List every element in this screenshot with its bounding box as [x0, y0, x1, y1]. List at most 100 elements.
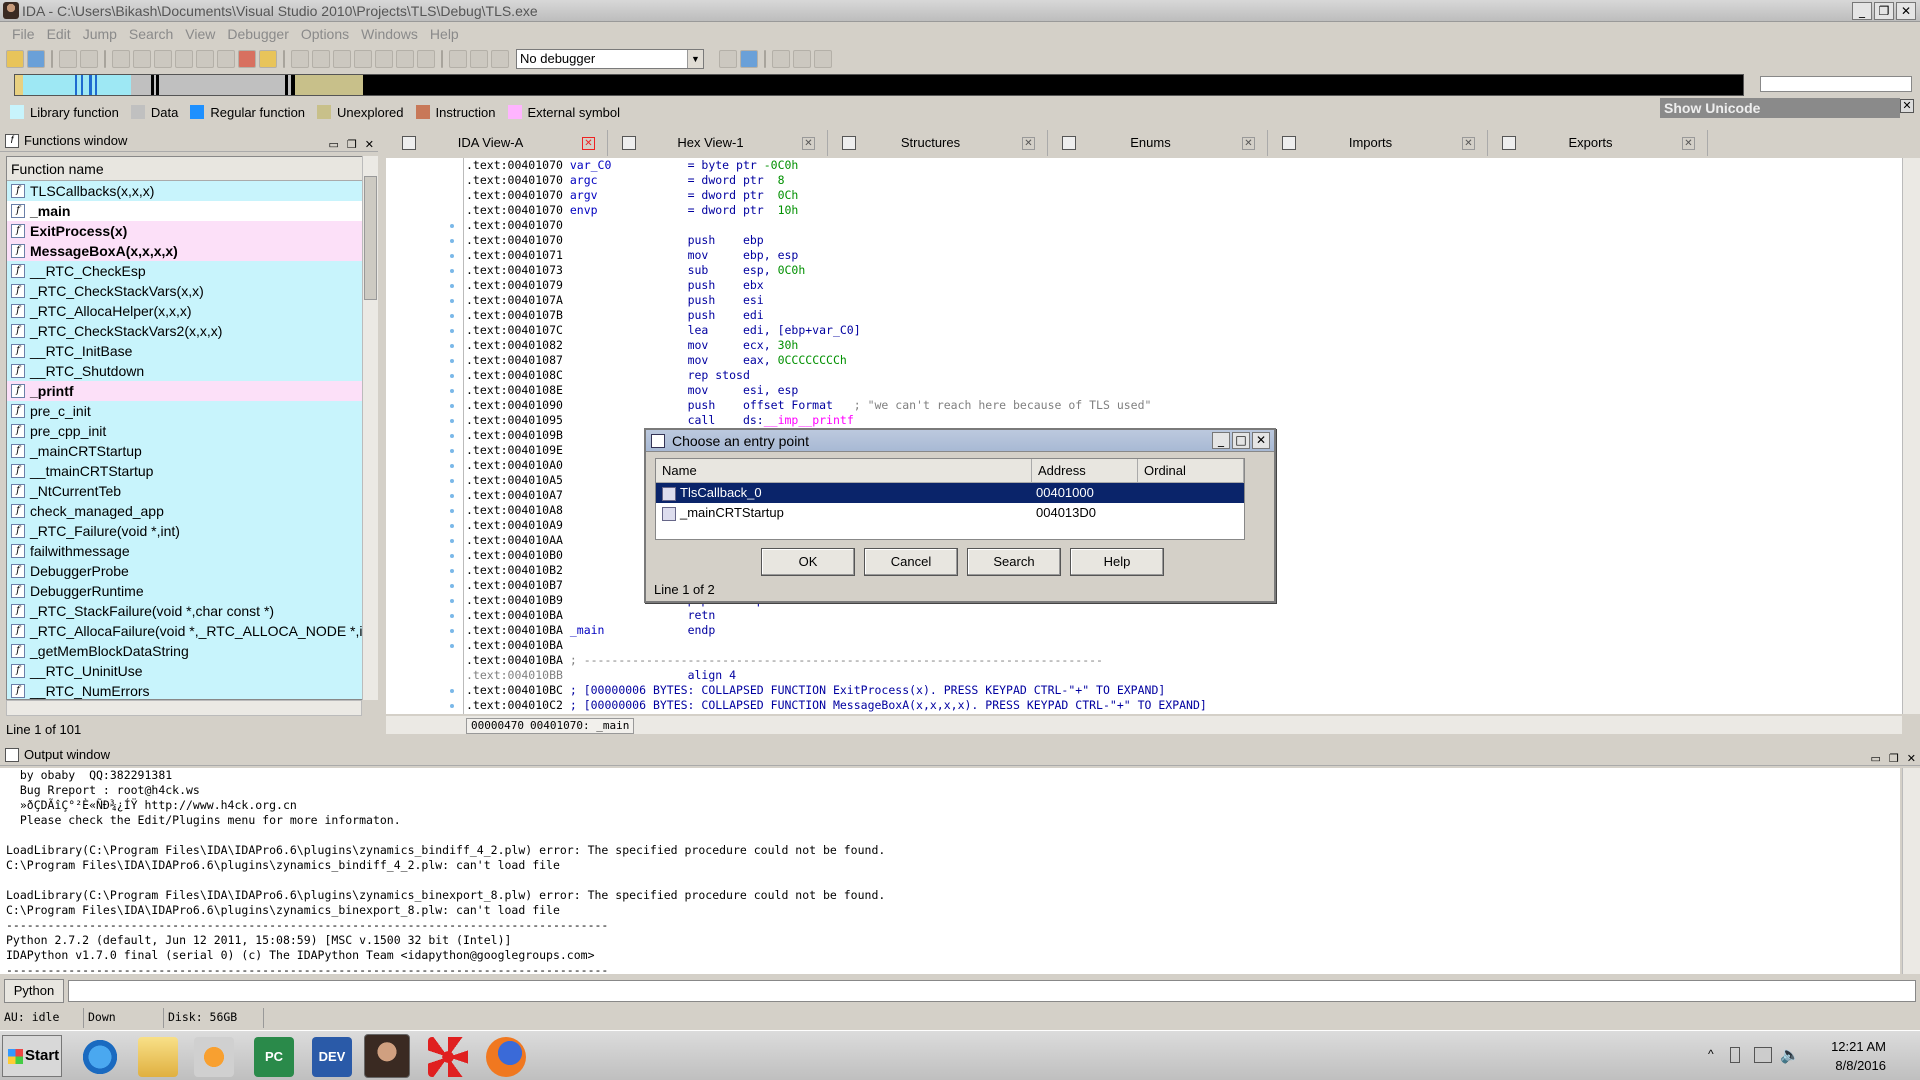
tab-structures[interactable]: Structures ✕ [828, 130, 1048, 156]
disasm-line[interactable]: .text:00401079 push ebx [466, 278, 1207, 293]
function-row[interactable]: f failwithmessage [7, 541, 365, 561]
function-row[interactable]: f _getMemBlockDataString [7, 641, 365, 661]
help-button[interactable]: Help [1070, 548, 1164, 576]
search-button[interactable]: Search [967, 548, 1061, 576]
debugger-select[interactable]: No debugger ▼ [516, 49, 704, 69]
disasm-line[interactable]: .text:00401087 mov eax, 0CCCCCCCCh [466, 353, 1207, 368]
function-row[interactable]: f DebuggerProbe [7, 561, 365, 581]
attach-icon[interactable] [740, 50, 758, 68]
function-row[interactable]: f check_managed_app [7, 501, 365, 521]
functions-list[interactable]: Function name f TLSCallbacks(x,x,x) f _main… [6, 156, 366, 700]
flow-icon[interactable] [793, 50, 811, 68]
tab-exports[interactable]: Exports ✕ [1488, 130, 1708, 156]
function-row[interactable]: f _mainCRTStartup [7, 441, 365, 461]
close-button[interactable]: ✕ [1896, 2, 1916, 20]
close-pane-icon[interactable]: ✕ [1907, 748, 1916, 770]
entry-point-table[interactable]: Name Address Ordinal TlsCallback_0 00401… [655, 458, 1245, 540]
function-row[interactable]: f _RTC_Failure(void *,int) [7, 521, 365, 541]
disasm-line[interactable]: .text:0040108C rep stosd [466, 368, 1207, 383]
function-name-column-header[interactable]: Function name [7, 157, 365, 181]
disasm-line[interactable]: .text:00401070 argv = dword ptr 0Ch [466, 188, 1207, 203]
disassembly-vertical-scrollbar[interactable] [1902, 158, 1920, 714]
disasm-line[interactable]: .text:00401070 envp = dword ptr 10h [466, 203, 1207, 218]
function-row[interactable]: f _RTC_AllocaFailure(void *,_RTC_ALLOCA_N… [7, 621, 365, 641]
menu-debugger[interactable]: Debugger [221, 26, 295, 42]
debug-options-icon[interactable] [719, 50, 737, 68]
functions-horizontal-scrollbar[interactable] [6, 700, 362, 716]
firefox-icon[interactable] [486, 1037, 526, 1077]
minimize-button[interactable]: _ [1852, 2, 1872, 20]
breakpoint-marker-icon[interactable] [450, 314, 454, 318]
disasm-line[interactable]: .text:004010BA [466, 638, 1207, 653]
breakpoint-marker-icon[interactable] [450, 494, 454, 498]
clock-time[interactable]: 12:21 AM [1831, 1039, 1886, 1054]
paste-icon[interactable] [133, 50, 151, 68]
chevron-down-icon[interactable]: ▼ [687, 50, 703, 68]
media-player-icon[interactable] [194, 1037, 234, 1077]
ordinal-column-header[interactable]: Ordinal [1138, 459, 1244, 482]
down-arrow-icon[interactable] [196, 50, 214, 68]
name-column-header[interactable]: Name [656, 459, 1032, 482]
disasm-line[interactable]: .text:00401070 argc = dword ptr 8 [466, 173, 1207, 188]
menu-windows[interactable]: Windows [355, 26, 424, 42]
tab-close-icon[interactable]: ✕ [802, 137, 815, 150]
clock-date[interactable]: 8/8/2016 [1835, 1058, 1886, 1073]
function-row[interactable]: f _RTC_StackFailure(void *,char const *) [7, 601, 365, 621]
tab-close-icon[interactable]: ✕ [582, 137, 595, 150]
disasm-line[interactable]: .text:004010BB align 4 [466, 668, 1207, 683]
restore-pane-icon[interactable]: ▭ [1871, 748, 1881, 770]
tab-enums[interactable]: Enums ✕ [1048, 130, 1268, 156]
tab-close-icon[interactable]: ✕ [1462, 137, 1475, 150]
disasm-line[interactable]: .text:0040107C lea edi, [ebp+var_C0] [466, 323, 1207, 338]
python-command-input[interactable] [68, 980, 1916, 1002]
code-icon[interactable] [291, 50, 309, 68]
scrollbar-thumb[interactable] [364, 176, 377, 300]
function-row[interactable]: f _RTC_CheckStackVars2(x,x,x) [7, 321, 365, 341]
breakpoint-marker-icon[interactable] [450, 554, 454, 558]
disasm-line[interactable]: .text:00401090 push offset Format ; "we … [466, 398, 1207, 413]
entry-point-row[interactable]: _mainCRTStartup 004013D0 [656, 503, 1244, 523]
breakpoint-marker-icon[interactable] [450, 344, 454, 348]
disasm-line[interactable]: .text:004010BA retn [466, 608, 1207, 623]
disasm-line[interactable]: .text:00401070 var_C0 = byte ptr -0C0h [466, 158, 1207, 173]
dialog-minimize-button[interactable]: _ [1212, 432, 1230, 449]
stop-icon[interactable] [491, 50, 509, 68]
start-button[interactable]: Start [2, 1035, 62, 1077]
breakpoint-marker-icon[interactable] [450, 419, 454, 423]
python-language-button[interactable]: Python [4, 979, 64, 1003]
graph-icon[interactable] [772, 50, 790, 68]
refresh-icon[interactable] [259, 50, 277, 68]
disasm-line[interactable]: .text:00401071 mov ebp, esp [466, 248, 1207, 263]
function-row[interactable]: f __RTC_CheckEsp [7, 261, 365, 281]
breakpoint-marker-icon[interactable] [450, 224, 454, 228]
breakpoint-marker-icon[interactable] [450, 284, 454, 288]
function-row[interactable]: f __RTC_InitBase [7, 341, 365, 361]
breakpoint-marker-icon[interactable] [450, 389, 454, 393]
function-row[interactable]: f __tmainCRTStartup [7, 461, 365, 481]
tab-close-icon[interactable]: ✕ [1022, 137, 1035, 150]
disasm-line[interactable]: .text:004010BC ; [00000006 BYTES: COLLAP… [466, 683, 1207, 698]
forward-arrow-icon[interactable] [80, 50, 98, 68]
menu-help[interactable]: Help [424, 26, 465, 42]
disasm-line[interactable]: .text:004010BA _main endp [466, 623, 1207, 638]
breakpoint-marker-icon[interactable] [450, 704, 454, 708]
address-column-header[interactable]: Address [1032, 459, 1138, 482]
breakpoint-marker-icon[interactable] [450, 434, 454, 438]
network-icon[interactable] [1754, 1047, 1772, 1063]
disasm-line[interactable]: .text:004010C2 ; [00000006 BYTES: COLLAP… [466, 698, 1207, 713]
pycharm-icon[interactable]: PC [254, 1037, 294, 1077]
navigation-band[interactable] [14, 74, 1744, 96]
function-row[interactable]: f pre_cpp_init [7, 421, 365, 441]
menu-view[interactable]: View [179, 26, 221, 42]
functions-vertical-scrollbar[interactable] [362, 156, 378, 700]
search-text-icon[interactable] [175, 50, 193, 68]
breakpoint-marker-icon[interactable] [450, 239, 454, 243]
float-pane-icon[interactable]: ❐ [1889, 748, 1899, 770]
back-arrow-icon[interactable] [59, 50, 77, 68]
breakpoint-marker-icon[interactable] [450, 254, 454, 258]
entry-point-row[interactable]: TlsCallback_0 00401000 [656, 483, 1244, 503]
function-row[interactable]: f DebuggerRuntime [7, 581, 365, 601]
open-file-icon[interactable] [6, 50, 24, 68]
disasm-line[interactable]: .text:004010BA ; -----------------------… [466, 653, 1207, 668]
menu-search[interactable]: Search [123, 26, 179, 42]
